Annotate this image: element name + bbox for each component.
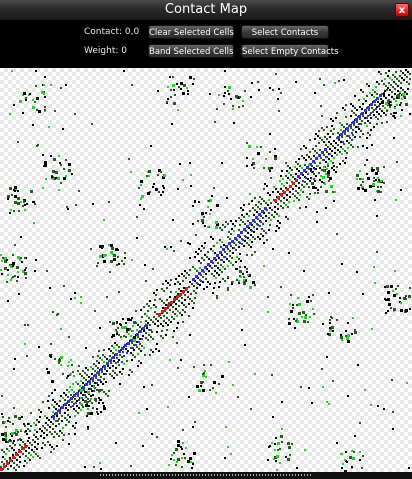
control-panel: Contact: 0,0 Clear Selected Cells Select… xyxy=(0,21,412,68)
scroll-track[interactable] xyxy=(100,474,312,476)
title-bar[interactable]: Contact Map x xyxy=(0,0,412,21)
select-contacts-button[interactable]: Select Contacts xyxy=(241,25,329,39)
contact-map-canvas[interactable] xyxy=(0,68,412,472)
contact-readout: Contact: 0,0 xyxy=(84,27,140,37)
band-selected-cells-button[interactable]: Band Selected Cells xyxy=(148,44,234,58)
clear-selected-cells-button[interactable]: Clear Selected Cells xyxy=(148,25,234,39)
window-title: Contact Map xyxy=(164,2,248,17)
weight-readout: Weight: 0 xyxy=(84,46,127,56)
contact-map-grid[interactable] xyxy=(0,68,412,472)
close-button[interactable]: x xyxy=(395,3,409,17)
bottom-scrollbar[interactable] xyxy=(0,472,412,479)
select-empty-contacts-button[interactable]: Select Empty Contacts xyxy=(241,44,339,58)
contact-map-window: Contact Map x Contact: 0,0 Clear Selecte… xyxy=(0,0,412,479)
